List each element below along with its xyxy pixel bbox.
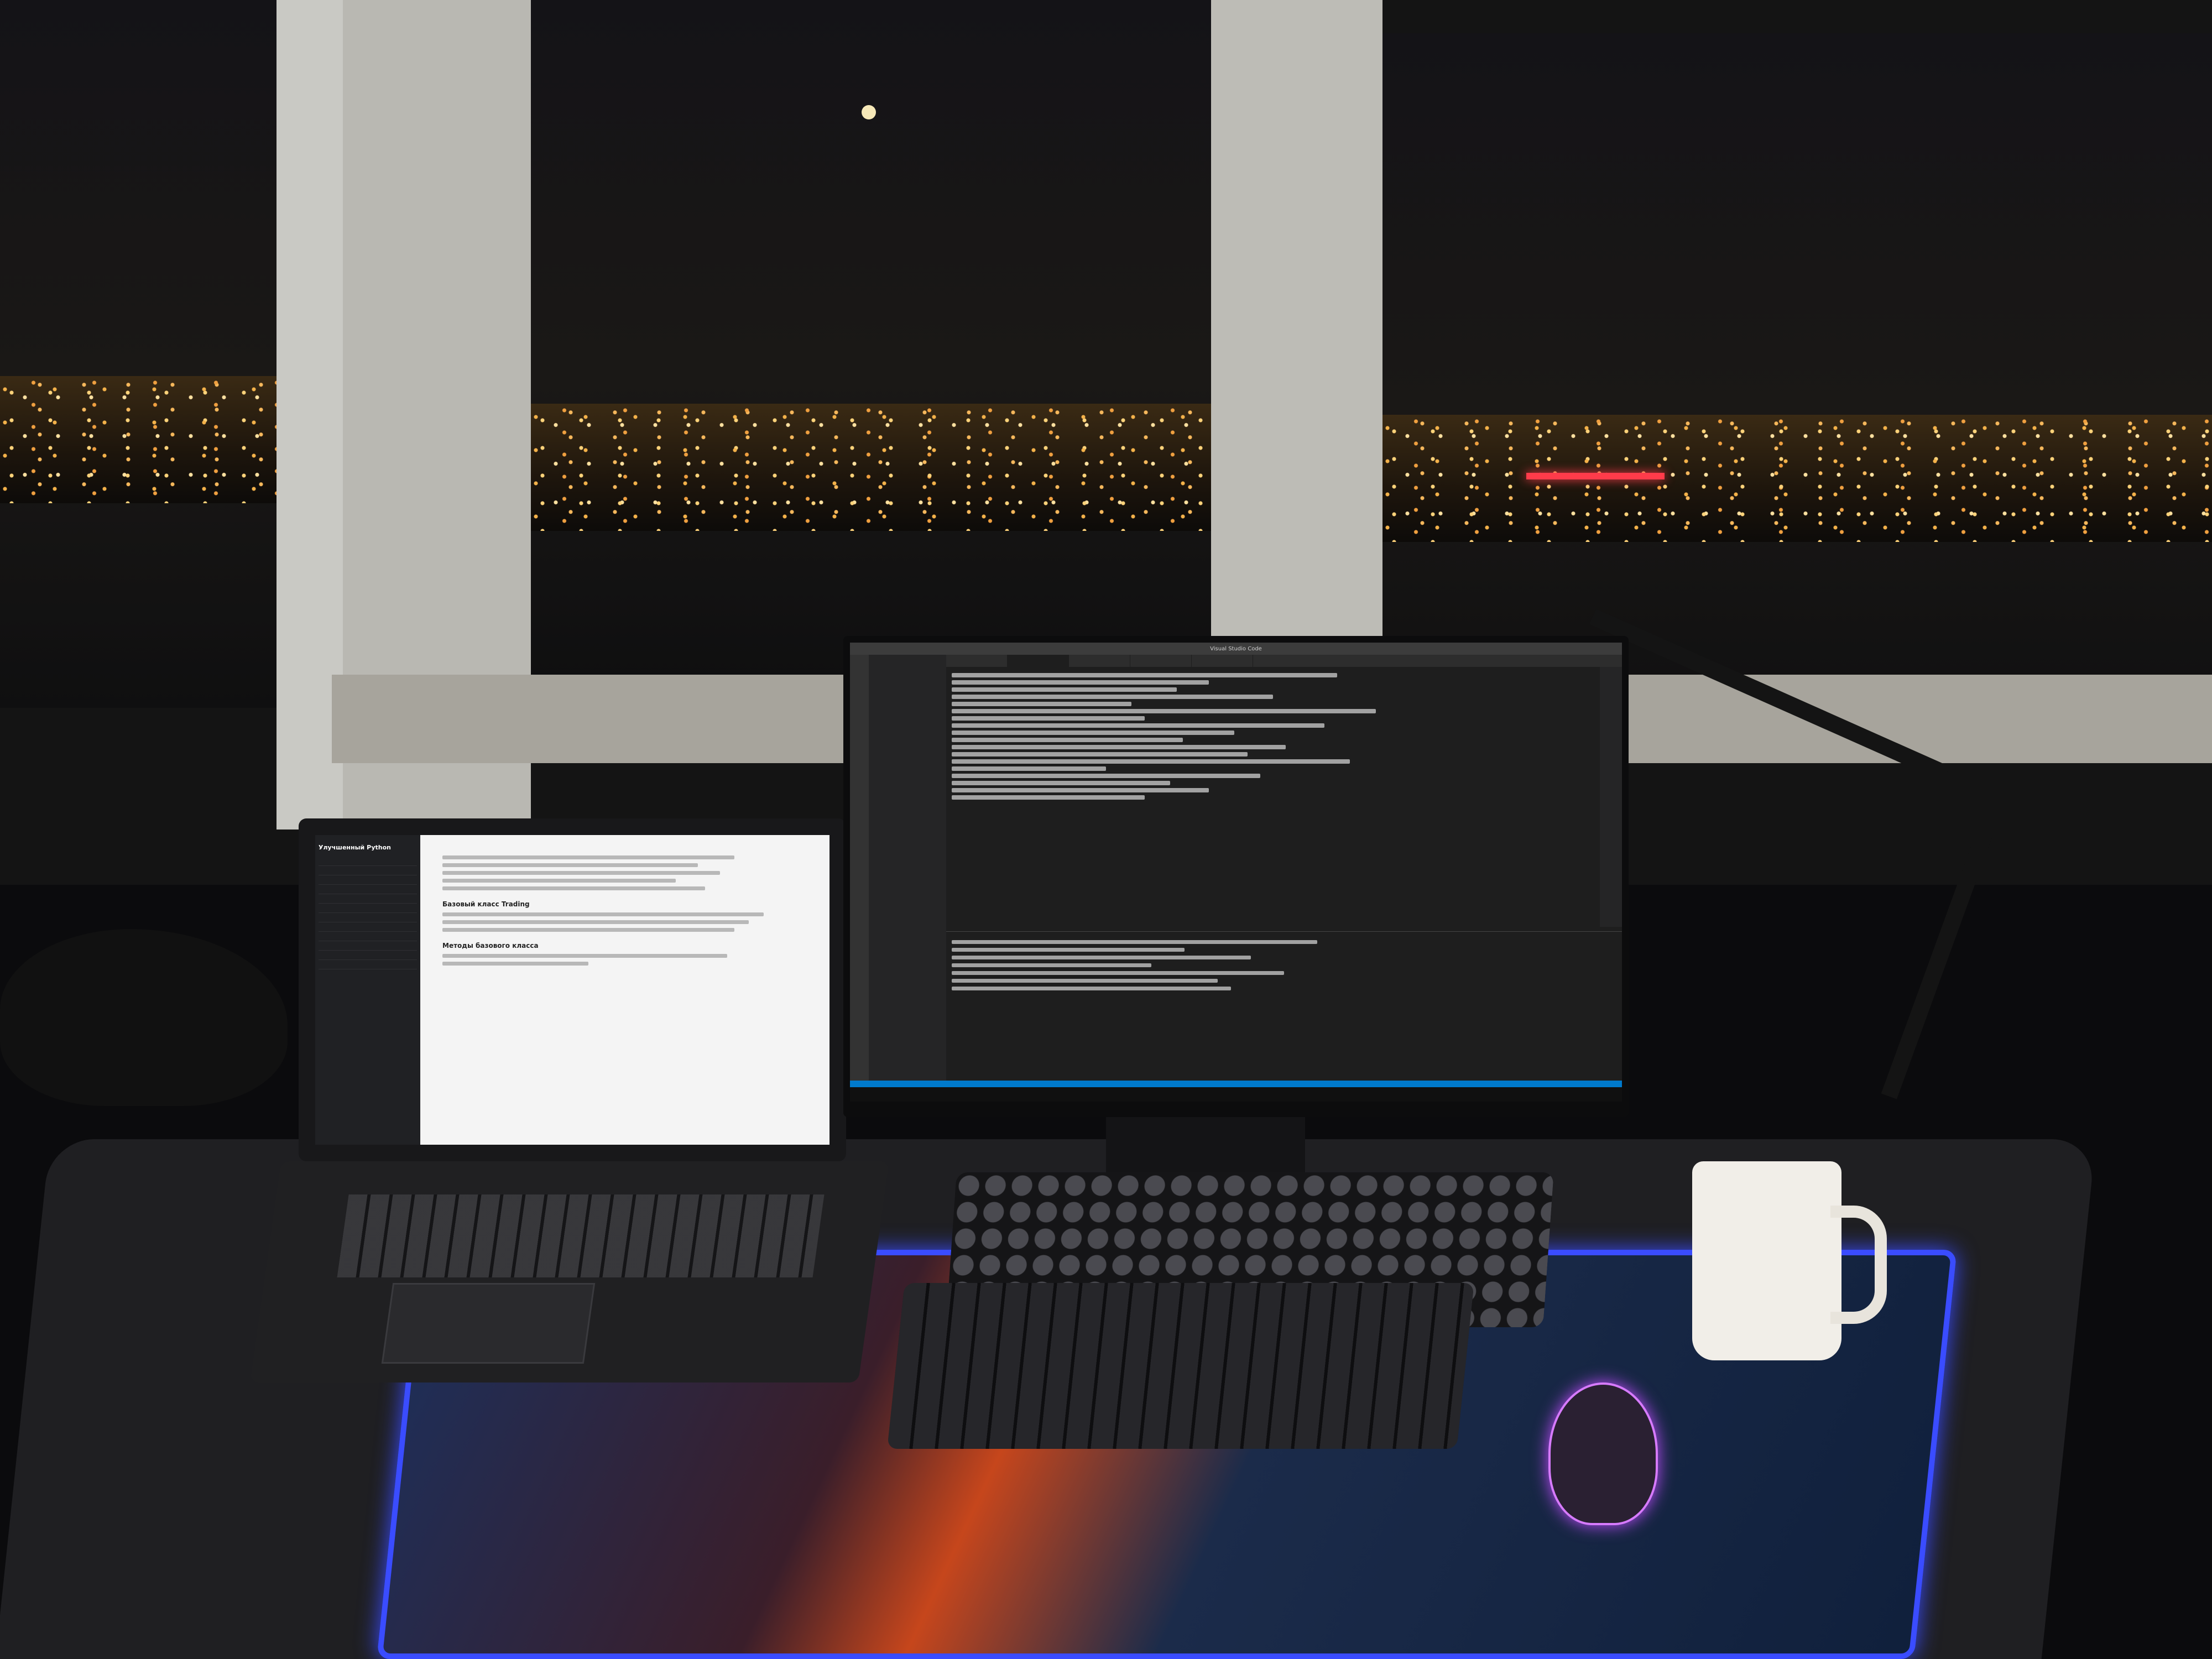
code-line: [952, 731, 1235, 735]
terminal-line: [952, 979, 1218, 983]
code-line: [952, 687, 1177, 692]
text-line: [442, 928, 734, 932]
moon-icon: [862, 105, 876, 119]
sidebar-item: [319, 913, 417, 922]
editor-tab: [1069, 655, 1130, 667]
code-line: [952, 774, 1260, 778]
code-line: [952, 738, 1183, 742]
explorer-item: [872, 689, 943, 697]
code-line: [952, 709, 1376, 713]
code-line: [952, 745, 1286, 749]
terminal-line: [952, 940, 1318, 944]
monitor-icon: Visual Studio Code: [843, 636, 1629, 1117]
city-lights: [531, 404, 1211, 531]
vscode-editor: [946, 655, 1622, 1081]
laptop-screen: Улучшенный Python Базовый класс Trading …: [315, 835, 830, 1145]
notebook-sidebar: Улучшенный Python: [315, 835, 420, 1145]
sidebar-item: [319, 960, 417, 969]
laptop-touchpad: [381, 1283, 596, 1364]
explorer-item: [872, 658, 943, 666]
editor-tab: [1192, 655, 1253, 667]
explorer-item: [872, 681, 943, 689]
mug-handle: [1830, 1206, 1887, 1324]
red-lit-bridge: [1526, 473, 1665, 479]
subsection-heading: Методы базового класса: [442, 942, 539, 950]
editor-tab: [946, 655, 1008, 667]
sidebar-item: [319, 922, 417, 932]
terminal-line: [952, 963, 1151, 967]
window-pane-center: [531, 0, 1211, 680]
sidebar-item: [319, 951, 417, 960]
code-line: [952, 752, 1248, 757]
sidebar-item: [319, 857, 417, 866]
code-line: [952, 759, 1350, 764]
text-line: [442, 954, 727, 958]
code-line: [952, 695, 1273, 699]
vscode-workbench: [850, 655, 1622, 1081]
code-line: [952, 723, 1324, 728]
plush-cat-toy: [0, 929, 288, 1106]
sidebar-item: [319, 894, 417, 904]
code-line: [952, 702, 1132, 706]
editor-tab: [1130, 655, 1192, 667]
mug-icon: [1692, 1161, 1841, 1360]
window-frame: [1211, 0, 1383, 664]
editor-tab-active: [1008, 655, 1069, 667]
laptop-icon: Улучшенный Python Базовый класс Trading …: [299, 818, 846, 1161]
vscode-title-bar: Visual Studio Code: [850, 643, 1622, 655]
mouse-icon: [1548, 1383, 1658, 1525]
text-line: [442, 912, 764, 916]
text-line: [442, 962, 588, 966]
code-line: [952, 795, 1145, 800]
laptop-keyboard: [337, 1194, 825, 1277]
code-line: [952, 781, 1171, 785]
sidebar-item: [319, 941, 417, 951]
vscode-activity-bar: [850, 655, 869, 1081]
text-line: [442, 855, 734, 859]
code-line: [952, 673, 1338, 677]
monitor-screen: Visual Studio Code: [850, 643, 1622, 1102]
sidebar-item: [319, 932, 417, 941]
editor-minimap: [1600, 667, 1622, 927]
city-lights: [1383, 415, 2212, 542]
windows-taskbar: [850, 1087, 1622, 1102]
notebook-content: Базовый класс Trading Методы базового кл…: [420, 835, 830, 1145]
terminal-line: [952, 971, 1284, 975]
text-line: [442, 879, 676, 883]
sidebar-item: [319, 875, 417, 885]
sidebar-item: [319, 866, 417, 875]
code-line: [952, 788, 1209, 792]
text-line: [442, 871, 720, 875]
text-line: [442, 863, 698, 867]
keyboard-slim: [887, 1283, 1474, 1449]
explorer-item: [872, 674, 943, 681]
code-line: [952, 766, 1106, 771]
editor-tabs: [946, 655, 1622, 667]
vscode-terminal: [946, 931, 1622, 1081]
terminal-line: [952, 956, 1251, 959]
explorer-item: [872, 666, 943, 674]
terminal-line: [952, 948, 1185, 952]
desk-setup-scene: Улучшенный Python Базовый класс Trading …: [0, 0, 2212, 1659]
section-heading: Базовый класс Trading: [442, 900, 530, 908]
text-line: [442, 886, 706, 890]
code-area: [946, 667, 1600, 927]
text-line: [442, 920, 749, 924]
sidebar-item: [319, 904, 417, 913]
vscode-explorer: [869, 655, 946, 1081]
notebook-sidebar-title: Улучшенный Python: [319, 844, 392, 851]
terminal-line: [952, 987, 1231, 990]
code-line: [952, 716, 1145, 721]
code-line: [952, 680, 1209, 685]
sidebar-item: [319, 885, 417, 894]
